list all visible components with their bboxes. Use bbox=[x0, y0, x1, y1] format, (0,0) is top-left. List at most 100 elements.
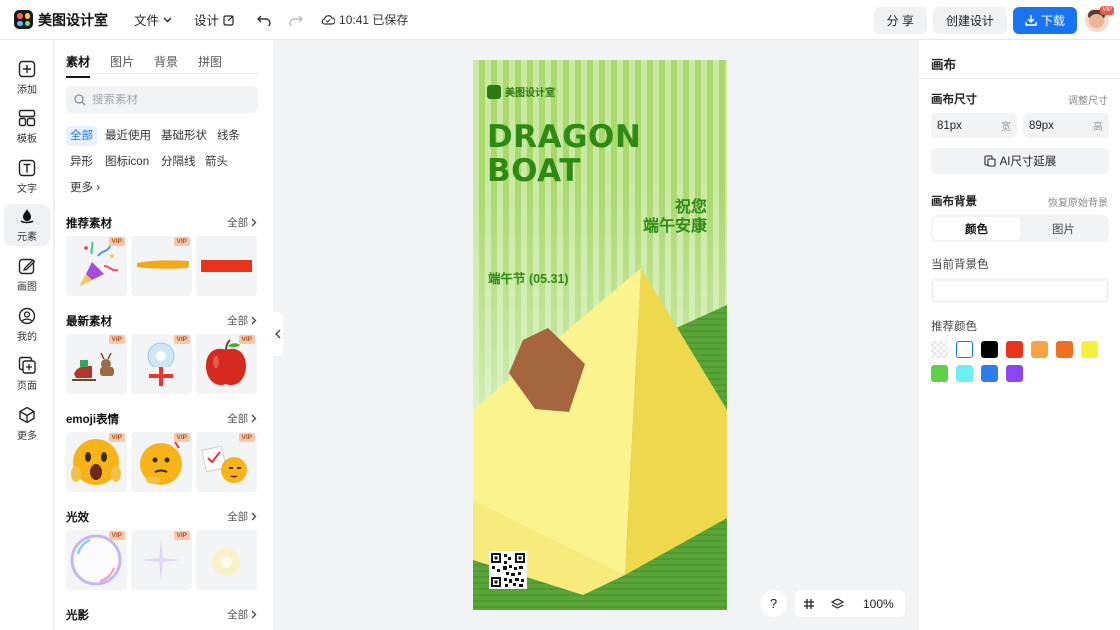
rail-label: 我的 bbox=[17, 332, 37, 343]
poster-date[interactable]: 端午节 (05.31) bbox=[488, 268, 569, 287]
vip-badge: VIP bbox=[173, 433, 190, 442]
zoom-level[interactable]: 100% bbox=[863, 597, 894, 611]
tab-material[interactable]: 素材 bbox=[66, 53, 91, 78]
color-swatch[interactable] bbox=[956, 341, 973, 358]
see-all-button[interactable]: 全部 bbox=[227, 607, 257, 622]
rail-item-more[interactable]: 更多 bbox=[4, 403, 50, 445]
edit-icon bbox=[223, 14, 234, 26]
chip-icons[interactable]: 图标icon bbox=[101, 152, 153, 172]
user-icon bbox=[18, 307, 36, 325]
chip-dividers[interactable]: 分隔线 bbox=[157, 152, 200, 172]
color-swatch[interactable] bbox=[1056, 341, 1073, 358]
restore-bg-link[interactable]: 恢复原始背景 bbox=[1048, 194, 1108, 209]
rail-item-add[interactable]: 添加 bbox=[4, 57, 50, 99]
tab-collage[interactable]: 拼图 bbox=[198, 53, 222, 78]
download-button[interactable]: 下载 bbox=[1012, 6, 1077, 34]
material-snow-globe-gift[interactable]: VIP bbox=[131, 334, 192, 394]
avatar-face bbox=[1089, 14, 1104, 28]
color-swatch[interactable] bbox=[1081, 341, 1098, 358]
material-sparkle[interactable]: VIP bbox=[131, 530, 192, 590]
height-input[interactable] bbox=[1029, 119, 1079, 132]
rail-item-draw[interactable]: 画图 bbox=[4, 254, 50, 296]
avatar[interactable]: VIP bbox=[1085, 6, 1114, 32]
rail-label: 页面 bbox=[17, 381, 37, 392]
redo-button[interactable] bbox=[289, 14, 304, 26]
design-menu[interactable]: 设计 bbox=[194, 10, 235, 29]
chip-lines[interactable]: 线条 bbox=[213, 126, 244, 146]
undo-button[interactable] bbox=[257, 14, 271, 26]
chip-arrows[interactable]: 箭头 bbox=[201, 152, 232, 172]
material-party-popper[interactable]: VIP bbox=[66, 236, 127, 296]
canvas-poster[interactable]: 美图设计室 DRAGON BOAT 祝您 端午安康 端午节 (05.31) bbox=[473, 60, 727, 610]
see-all-button[interactable]: 全部 bbox=[227, 509, 257, 524]
app-logo[interactable]: 美图设计室 bbox=[14, 10, 108, 30]
poster-title[interactable]: DRAGON BOAT bbox=[487, 120, 641, 188]
tab-background[interactable]: 背景 bbox=[154, 53, 178, 78]
color-swatch[interactable] bbox=[981, 365, 998, 382]
material-brush-stroke[interactable]: VIP bbox=[131, 236, 192, 296]
seg-color[interactable]: 颜色 bbox=[933, 217, 1020, 240]
material-red-bar[interactable] bbox=[196, 236, 257, 296]
material-shocked-emoji[interactable]: VIP bbox=[66, 432, 127, 492]
vip-badge: VIP bbox=[173, 237, 190, 246]
chevron-right-icon bbox=[251, 218, 257, 227]
color-swatch[interactable] bbox=[931, 341, 948, 358]
create-design-button[interactable]: 创建设计 bbox=[932, 6, 1007, 34]
tab-image[interactable]: 图片 bbox=[110, 53, 134, 78]
color-swatch[interactable] bbox=[1006, 341, 1023, 358]
rail-item-page[interactable]: 页面 bbox=[4, 353, 50, 395]
chip-all[interactable]: 全部 bbox=[66, 126, 97, 146]
width-field[interactable]: 宽 bbox=[931, 113, 1017, 138]
undo-icon bbox=[257, 15, 271, 26]
search-input[interactable] bbox=[92, 93, 242, 106]
color-swatch[interactable] bbox=[1031, 341, 1048, 358]
poster-logo-icon bbox=[487, 84, 501, 99]
rail-item-element[interactable]: 元素 bbox=[4, 204, 50, 246]
material-glow[interactable] bbox=[196, 530, 257, 590]
rail-item-mine[interactable]: 我的 bbox=[4, 304, 50, 346]
file-menu[interactable]: 文件 bbox=[134, 10, 172, 29]
chip-more[interactable]: 更多 › bbox=[66, 178, 104, 198]
collapse-panel-button[interactable] bbox=[273, 312, 283, 356]
poster-wish-line2: 端午安康 bbox=[642, 218, 707, 235]
see-all-button[interactable]: 全部 bbox=[227, 411, 257, 426]
material-thinking-emoji[interactable]: VIP bbox=[131, 432, 192, 492]
qr-code-icon bbox=[491, 553, 525, 587]
poster-brand: 美图设计室 bbox=[487, 84, 555, 99]
adjust-size-link[interactable]: 调整尺寸 bbox=[1068, 92, 1108, 107]
qr-code[interactable] bbox=[489, 551, 527, 589]
chip-irregular[interactable]: 异形 bbox=[66, 152, 97, 172]
width-input[interactable] bbox=[937, 119, 987, 132]
red-bar-icon bbox=[201, 260, 252, 272]
poster-wish-line1: 祝您 bbox=[674, 199, 707, 216]
rail-label: 添加 bbox=[17, 85, 37, 96]
rail-item-text[interactable]: 文字 bbox=[4, 156, 50, 198]
material-bubble[interactable]: VIP bbox=[66, 530, 127, 590]
grid-toggle-button[interactable] bbox=[795, 590, 823, 617]
material-checklist-emoji[interactable]: VIP bbox=[196, 432, 257, 492]
chip-recent[interactable]: 最近使用 bbox=[101, 126, 155, 146]
color-swatch[interactable] bbox=[981, 341, 998, 358]
material-reindeer-sleigh[interactable]: VIP bbox=[66, 334, 127, 394]
chip-basic-shapes[interactable]: 基础形状 bbox=[157, 126, 211, 146]
more-icon bbox=[19, 406, 35, 424]
color-swatch[interactable] bbox=[956, 365, 973, 382]
ai-extend-button[interactable]: AI尺寸延展 bbox=[931, 148, 1109, 174]
material-red-apple[interactable]: VIP bbox=[196, 334, 257, 394]
help-button[interactable]: ? bbox=[760, 590, 787, 617]
height-field[interactable]: 高 bbox=[1023, 113, 1109, 138]
bg-type-toggle: 颜色 图片 bbox=[931, 215, 1109, 242]
rail-item-template[interactable]: 模板 bbox=[4, 106, 50, 148]
see-all-button[interactable]: 全部 bbox=[227, 215, 257, 230]
vip-badge: VIP bbox=[108, 237, 125, 246]
poster-wish[interactable]: 祝您 端午安康 bbox=[643, 198, 707, 236]
save-status: 10:41 已保存 bbox=[321, 11, 408, 28]
see-all-button[interactable]: 全部 bbox=[227, 313, 257, 328]
color-swatch[interactable] bbox=[931, 365, 948, 382]
share-button[interactable]: 分 享 bbox=[873, 6, 927, 34]
search-box[interactable] bbox=[66, 86, 258, 113]
layers-button[interactable] bbox=[823, 590, 851, 617]
seg-image[interactable]: 图片 bbox=[1020, 217, 1107, 240]
current-bg-color[interactable] bbox=[931, 278, 1109, 303]
color-swatch[interactable] bbox=[1006, 365, 1023, 382]
